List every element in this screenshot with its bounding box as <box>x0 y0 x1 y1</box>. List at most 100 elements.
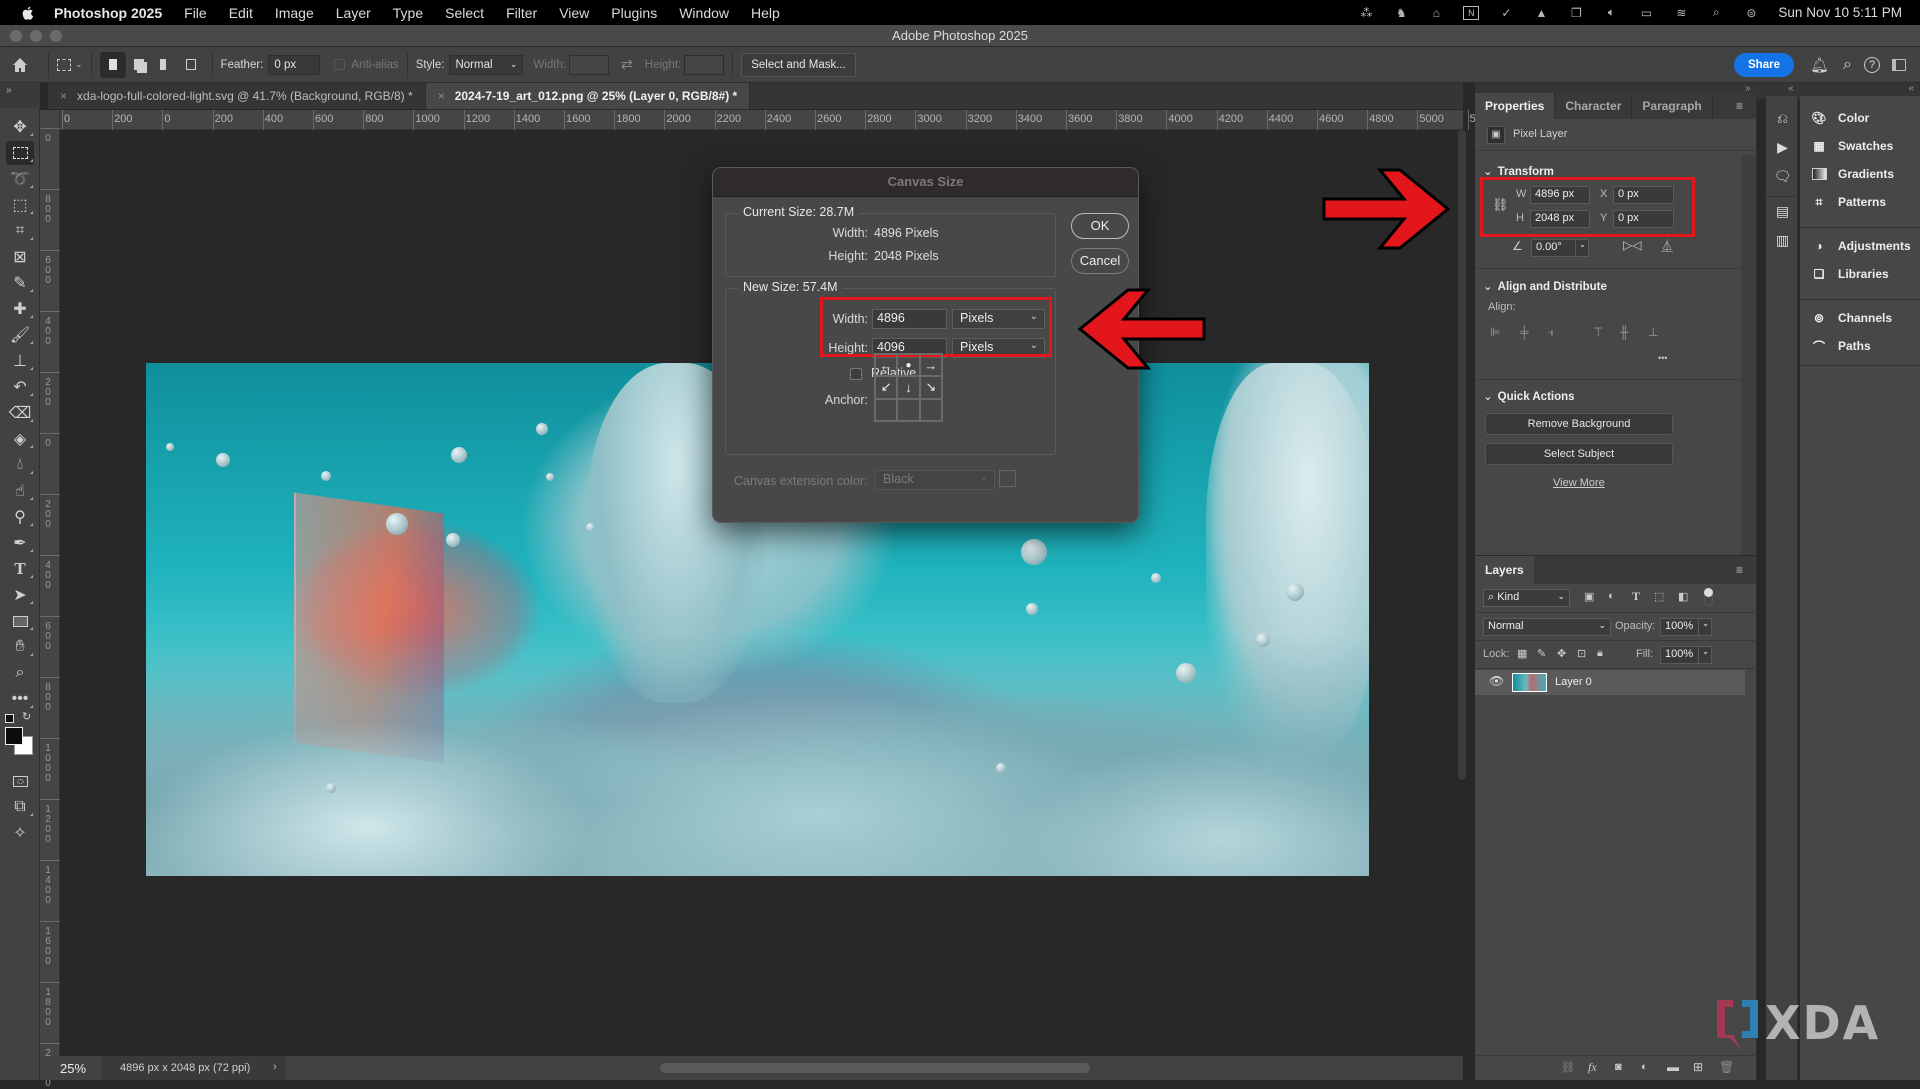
intersect-selection-button[interactable] <box>178 52 204 78</box>
eyedropper-tool[interactable]: ✎ <box>0 270 40 296</box>
align-right-edges-icon[interactable]: ⫣ <box>1547 325 1554 340</box>
panel-paths[interactable]: ⌒ Paths <box>1800 332 1920 360</box>
people-icon[interactable]: ⁂ <box>1358 6 1374 20</box>
tab-properties[interactable]: Properties <box>1475 93 1556 119</box>
new-adjustment-layer-icon[interactable]: ◐ <box>1641 1061 1648 1073</box>
swap-colors-icon[interactable]: ↻ <box>22 710 31 723</box>
tab-paragraph[interactable]: Paragraph <box>1632 93 1713 119</box>
tab-layers[interactable]: Layers <box>1475 556 1534 584</box>
notes-panel-icon[interactable]: ▥ <box>1766 226 1799 255</box>
align-vertical-centers-icon[interactable]: ╫ <box>1620 325 1629 339</box>
panel-swatches[interactable]: ▦ Swatches <box>1800 132 1920 160</box>
menu-image[interactable]: Image <box>275 5 314 21</box>
transform-section-header[interactable]: ⌄ Transform <box>1483 164 1554 178</box>
align-bottom-edges-icon[interactable]: ⊥ <box>1648 325 1658 339</box>
marquee-preset-picker[interactable]: ⌄ <box>57 58 83 71</box>
history-brush-tool[interactable]: ↶ <box>0 374 40 400</box>
properties-scrollbar[interactable] <box>1741 155 1756 555</box>
history-panel-icon[interactable]: ⎌ <box>1766 104 1799 133</box>
crop-tool[interactable]: ⌗ <box>0 218 40 244</box>
tab-xda-logo[interactable]: × xda-logo-full-colored-light.svg @ 41.7… <box>48 83 426 109</box>
brush-tool[interactable]: 🖌︎ <box>0 322 40 348</box>
layer-row[interactable]: 👁︎ Layer 0 <box>1475 670 1745 695</box>
anchor-cell-bottom-left[interactable] <box>875 398 898 421</box>
clone-stamp-tool[interactable]: ⊥ <box>0 348 40 374</box>
new-layer-icon[interactable]: ⊞ <box>1693 1060 1703 1074</box>
more-options-icon[interactable]: ••• <box>1658 353 1667 363</box>
anchor-cell-middle-center[interactable]: ↓ <box>897 376 920 399</box>
panel-color[interactable]: 🎨︎ Color <box>1800 104 1920 132</box>
menu-select[interactable]: Select <box>445 5 484 21</box>
panel-menu-icon[interactable]: ≡ <box>1736 563 1748 577</box>
toolbar-collapse-button[interactable]: » <box>0 83 40 109</box>
lock-artboard-icon[interactable]: ⊡ <box>1577 647 1586 660</box>
flip-horizontal-icon[interactable]: ▷◁ <box>1623 238 1641 252</box>
panel-menu-icon[interactable]: ≡ <box>1736 99 1748 113</box>
lock-image-icon[interactable]: ✎ <box>1537 647 1546 660</box>
search-icon[interactable]: ⌕ <box>1708 5 1724 20</box>
workspace-icon[interactable] <box>1892 58 1906 71</box>
angle-field[interactable]: 0.00° ⌄ <box>1531 239 1589 257</box>
remove-background-button[interactable]: Remove Background <box>1485 413 1673 435</box>
panel-patterns[interactable]: ⌗ Patterns <box>1800 188 1920 216</box>
actions-panel-icon[interactable]: ▶ <box>1766 133 1799 162</box>
battery-icon[interactable]: ▭ <box>1638 6 1654 20</box>
menu-window[interactable]: Window <box>679 5 729 21</box>
menu-type[interactable]: Type <box>393 5 423 21</box>
cancel-button[interactable]: Cancel <box>1071 248 1129 274</box>
relative-checkbox[interactable] <box>850 368 862 380</box>
view-more-link[interactable]: View More <box>1553 477 1605 489</box>
close-tab-icon[interactable]: × <box>60 89 67 103</box>
screen-mode-button[interactable]: ⧉ <box>0 794 40 820</box>
pen-tool[interactable]: ✒ <box>0 530 40 556</box>
anchor-cell-top-right[interactable]: → <box>919 354 942 377</box>
add-to-selection-button[interactable] <box>126 52 152 78</box>
anchor-cell-bottom-right[interactable] <box>919 398 942 421</box>
shield-home-icon[interactable]: ⌂ <box>1428 6 1444 20</box>
wifi-icon[interactable]: ≋ <box>1673 6 1689 20</box>
rectangle-tool[interactable] <box>0 608 40 634</box>
lock-all-icon[interactable]: 🔒︎ <box>1597 647 1603 660</box>
notifications-bell-icon[interactable]: 🔔︎ <box>1810 56 1829 74</box>
subtract-selection-button[interactable] <box>152 52 178 78</box>
dodge-tool[interactable]: ⚲ <box>0 504 40 530</box>
lock-transparent-icon[interactable]: ▦ <box>1517 647 1527 660</box>
smudge-tool[interactable]: ☝︎ <box>0 478 40 504</box>
extension-color-select[interactable]: Black ⌄ <box>875 470 995 490</box>
add-mask-icon[interactable]: ◙ <box>1615 1061 1622 1073</box>
anchor-cell-top-left[interactable]: ← <box>875 354 898 377</box>
hand-tool[interactable]: ✋︎ <box>0 634 40 660</box>
object-selection-tool[interactable]: ⬚ <box>0 192 40 218</box>
close-window-button[interactable] <box>10 30 22 42</box>
comments-panel-icon[interactable]: 🗨︎ <box>1766 162 1799 191</box>
cat-icon[interactable]: ♞ <box>1393 6 1409 20</box>
anchor-cell-top-center[interactable]: ● <box>897 354 920 377</box>
minimize-window-button[interactable] <box>30 30 42 42</box>
vertical-scrollbar[interactable] <box>1458 130 1466 780</box>
chevron-right-icon[interactable]: › <box>273 1061 277 1073</box>
chevron-down-icon[interactable]: ⌄ <box>1575 239 1589 257</box>
horizontal-scrollbar[interactable] <box>660 1063 1090 1073</box>
volume-icon[interactable]: 🔈︎ <box>1603 5 1619 20</box>
blur-tool[interactable]: 💧︎ <box>0 452 40 478</box>
menu-clock[interactable]: Sun Nov 10 5:11 PM <box>1778 5 1902 20</box>
menu-view[interactable]: View <box>559 5 589 21</box>
anchor-cell-middle-left[interactable]: ↙ <box>875 376 898 399</box>
anchor-cell-bottom-center[interactable] <box>897 398 920 421</box>
blend-mode-select[interactable]: Normal ⌄ <box>1483 618 1611 636</box>
filter-toggle[interactable] <box>1704 588 1713 606</box>
align-left-edges-icon[interactable]: ⊫ <box>1490 325 1500 339</box>
filter-adjustment-icon[interactable]: ◐ <box>1608 590 1615 602</box>
opacity-field[interactable]: 100% ⌄ <box>1660 618 1712 636</box>
panel-channels[interactable]: ⊚ Channels <box>1800 304 1920 332</box>
move-tool[interactable]: ✥ <box>0 114 40 140</box>
antialias-checkbox[interactable] <box>334 59 346 70</box>
collapse-panels-icon[interactable]: « <box>1908 83 1914 94</box>
menu-file[interactable]: File <box>184 5 207 21</box>
filter-smart-object-icon[interactable]: ◧ <box>1678 590 1688 603</box>
lasso-tool[interactable]: ➰ <box>0 166 40 192</box>
select-and-mask-button[interactable]: Select and Mask... <box>741 52 856 77</box>
help-icon[interactable]: ? <box>1864 56 1880 73</box>
zoom-tool[interactable]: ⌕ <box>0 660 40 686</box>
eraser-tool[interactable]: ⌫ <box>0 400 40 426</box>
